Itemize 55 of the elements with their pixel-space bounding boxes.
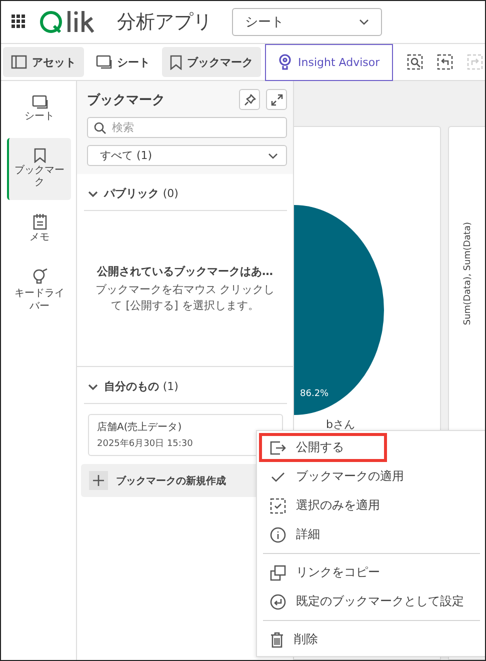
info-icon xyxy=(270,526,286,542)
sheet-icon xyxy=(32,95,48,109)
empty-title: 公開されているブックマークはあ… xyxy=(97,264,273,280)
toolbar-tab[interactable]: シート xyxy=(88,47,158,77)
axis-title: Sum(Data), Sum(Data) xyxy=(462,222,472,326)
toolbar-tab[interactable]: アセット xyxy=(3,47,84,77)
empty-message: ブックマークを右マウス クリックして [公開する] を選択します。 xyxy=(94,282,276,313)
expand-icon xyxy=(270,94,282,106)
rail-item[interactable]: シート xyxy=(6,85,70,134)
undo-button[interactable] xyxy=(436,54,453,70)
trash-icon xyxy=(270,632,284,648)
chevron-down-icon xyxy=(359,19,369,25)
dashed-check-icon xyxy=(270,498,286,514)
undo-icon xyxy=(436,54,453,70)
menu-item[interactable]: 公開する xyxy=(259,433,387,462)
bookmark-icon xyxy=(170,54,182,70)
sheet-icon xyxy=(96,55,112,69)
panel-icon xyxy=(11,55,27,69)
category-label: bさん xyxy=(326,417,355,432)
pin-icon xyxy=(244,94,256,106)
expand-button[interactable] xyxy=(266,89,287,110)
lightbulb-icon xyxy=(32,268,48,286)
toolbar-tab[interactable]: ブックマーク xyxy=(162,47,261,77)
section-title: パブリック (0) xyxy=(104,186,178,201)
copy-icon xyxy=(270,564,286,580)
lightbulb-icon xyxy=(278,54,292,70)
section-header[interactable]: パブリック (0) xyxy=(84,174,287,211)
section-header[interactable]: 自分のもの (1) xyxy=(84,367,287,404)
bookmark-icon xyxy=(34,148,46,162)
pin-button[interactable] xyxy=(239,89,260,110)
search-icon xyxy=(94,122,106,134)
rail-item[interactable]: メモ xyxy=(6,204,70,254)
search-icon xyxy=(406,54,423,70)
export-icon xyxy=(270,440,286,454)
bookmark-date: 2025年6月30日 15:30 xyxy=(97,438,194,450)
bookmark-name: 店舗A(売上データ) xyxy=(97,420,183,434)
rail-item[interactable]: キードライバー xyxy=(6,258,70,323)
section-title: 自分のもの (1) xyxy=(104,379,178,394)
redo-icon xyxy=(466,54,483,70)
app-title: 分析アプリ xyxy=(117,10,212,35)
plus-icon xyxy=(93,475,104,486)
search-field[interactable]: 検索 xyxy=(87,117,287,138)
sheet-dropdown[interactable]: シート xyxy=(232,8,382,36)
check-icon xyxy=(270,470,286,484)
grid-menu-icon xyxy=(11,14,27,30)
rail-item[interactable]: ブックマーク xyxy=(6,138,70,200)
chevron-down-icon xyxy=(88,382,98,392)
filter-dropdown[interactable]: すべて (1) xyxy=(87,145,287,166)
chevron-down-icon xyxy=(88,188,98,198)
chevron-down-icon xyxy=(268,152,278,158)
insight-advisor-button[interactable]: Insight Advisor xyxy=(265,44,393,80)
panel-title: ブックマーク xyxy=(87,92,166,108)
search-selection-button[interactable] xyxy=(406,54,423,70)
notepad-icon xyxy=(32,214,46,230)
slice-label: 86.2% xyxy=(300,389,329,399)
